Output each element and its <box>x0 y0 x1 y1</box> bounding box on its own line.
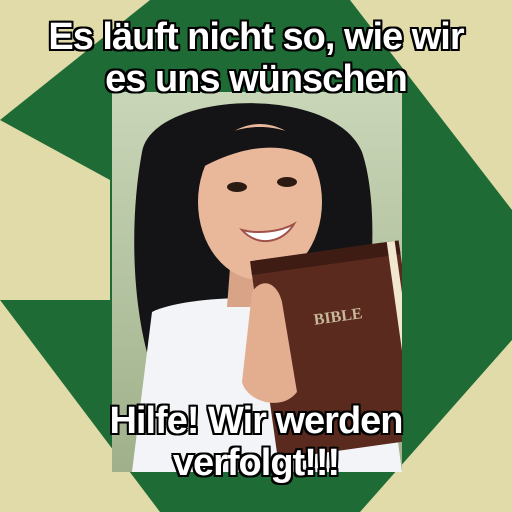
top-caption: Es läuft nicht so, wie wir es uns wünsch… <box>0 16 512 100</box>
bottom-caption-line-2: verfolgt!!! <box>172 442 340 484</box>
bottom-caption-line-1: Hilfe! Wir werden <box>109 400 403 442</box>
meme-image: BIBLE Es läuft nicht so, wie wir es uns … <box>0 0 512 512</box>
top-caption-line-2: es uns wünschen <box>105 58 408 100</box>
top-caption-line-1: Es läuft nicht so, wie wir <box>48 16 464 58</box>
bottom-caption: Hilfe! Wir werden verfolgt!!! <box>0 400 512 484</box>
